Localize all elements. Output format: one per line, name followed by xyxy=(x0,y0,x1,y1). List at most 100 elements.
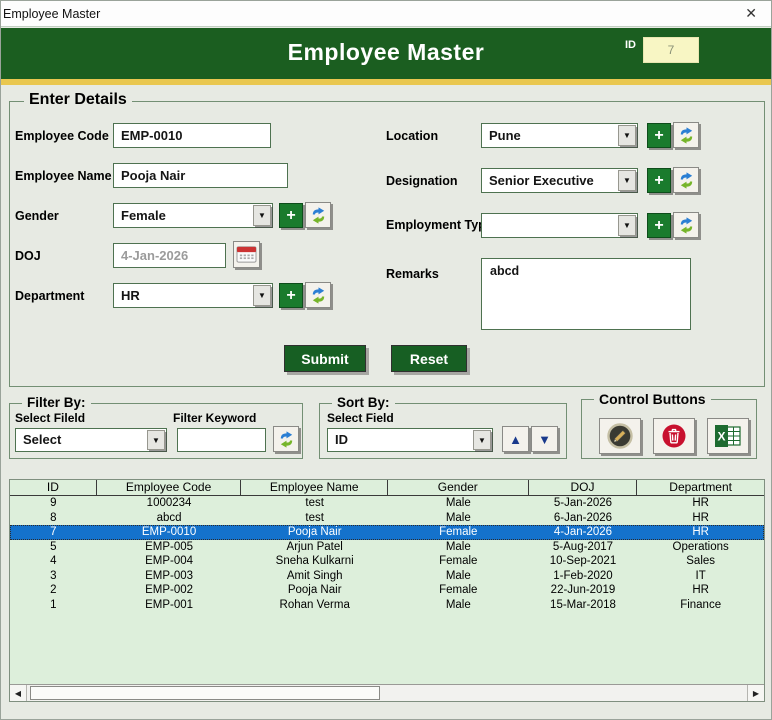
chevron-down-icon[interactable]: ▼ xyxy=(473,430,491,450)
sync-icon xyxy=(312,286,324,304)
horizontal-scrollbar[interactable]: ◀ ▶ xyxy=(10,684,764,701)
table-row[interactable]: 2 EMP-002 Pooja Nair Female 22-Jun-2019 HR xyxy=(10,583,764,598)
gender-combobox[interactable]: Female ▼ xyxy=(113,203,273,228)
refresh-location-button[interactable] xyxy=(673,122,699,148)
reset-button[interactable]: Reset xyxy=(391,345,467,372)
chevron-down-icon[interactable]: ▼ xyxy=(253,205,271,226)
dropdown-glyph: ▼ xyxy=(258,291,266,300)
department-combobox[interactable]: HR ▼ xyxy=(113,283,273,308)
table-row[interactable]: 8 abcd test Male 6-Jan-2026 HR xyxy=(10,511,764,526)
doj-label: DOJ xyxy=(15,249,41,263)
table-cell: Sneha Kulkarni xyxy=(275,555,354,567)
table-cell: EMP-0010 xyxy=(141,526,197,538)
employment-type-combobox[interactable]: ▼ xyxy=(481,213,638,238)
sync-icon xyxy=(680,216,692,234)
calendar-button[interactable] xyxy=(233,241,260,268)
location-combobox[interactable]: Pune ▼ xyxy=(481,123,638,148)
remarks-textarea[interactable]: abcd xyxy=(481,258,691,330)
table-row[interactable]: 1 EMP-001 Rohan Verma Male 15-Mar-2018 Financ… xyxy=(10,598,764,613)
sort-ascending-button[interactable]: ▲ xyxy=(502,426,529,452)
column-header[interactable]: Gender xyxy=(388,480,529,495)
table-cell: 4 xyxy=(50,555,57,567)
scrollbar-thumb[interactable] xyxy=(30,686,380,700)
column-header[interactable]: DOJ xyxy=(529,480,638,495)
refresh-department-button[interactable] xyxy=(305,282,331,308)
table-cell: EMP-004 xyxy=(145,555,194,567)
table-cell: Arjun Patel xyxy=(286,540,343,553)
table-cell: Operations xyxy=(672,540,729,553)
employee-code-input[interactable] xyxy=(113,123,271,148)
table-cell: Female xyxy=(439,526,478,538)
column-header[interactable]: Employee Code xyxy=(97,480,242,495)
dropdown-glyph: ▼ xyxy=(258,211,266,220)
refresh-employment-type-button[interactable] xyxy=(673,212,699,238)
calendar-icon xyxy=(236,246,257,263)
table-cell: 4-Jan-2026 xyxy=(553,526,613,538)
table-header-row: ID Employee Code Employee Name Gender DOJ Dep… xyxy=(10,480,764,496)
table-row[interactable]: 4 EMP-004 Sneha Kulkarni Female 10-Sep-2021 S… xyxy=(10,554,764,569)
employment-type-label: Employment Type xyxy=(386,218,493,232)
table-cell: 9 xyxy=(50,497,57,509)
dropdown-glyph: ▼ xyxy=(152,435,160,445)
chevron-down-icon[interactable]: ▼ xyxy=(618,125,636,146)
delete-button[interactable] xyxy=(653,418,695,454)
doj-input[interactable] xyxy=(113,243,226,268)
refresh-gender-button[interactable] xyxy=(305,202,331,228)
chevron-down-icon[interactable]: ▼ xyxy=(253,285,271,306)
table-row[interactable]: 5 EMP-005 Arjun Patel Male 5-Aug-2017 Operati… xyxy=(10,540,764,555)
filter-keyword-input[interactable] xyxy=(177,428,266,452)
submit-button[interactable]: Submit xyxy=(284,345,366,372)
excel-icon: X xyxy=(715,425,741,447)
column-header[interactable]: Department xyxy=(637,480,764,495)
table-cell: Male xyxy=(445,540,471,553)
add-gender-button[interactable]: + xyxy=(279,203,303,228)
add-employment-type-button[interactable]: + xyxy=(647,213,671,238)
accent-strip xyxy=(1,79,771,85)
scroll-left-icon[interactable]: ◀ xyxy=(10,685,27,701)
table-cell: Male xyxy=(445,569,471,582)
designation-combobox[interactable]: Senior Executive ▼ xyxy=(481,168,638,193)
column-header[interactable]: Employee Name xyxy=(241,480,388,495)
employee-name-input[interactable] xyxy=(113,163,288,188)
chevron-down-icon[interactable]: ▼ xyxy=(147,430,165,450)
filter-field-combobox[interactable]: Select ▼ xyxy=(15,428,167,452)
id-field[interactable]: 7 xyxy=(643,37,699,63)
table-cell: 1 xyxy=(50,598,57,611)
department-label: Department xyxy=(15,289,85,303)
table-cell: Pooja Nair xyxy=(287,584,342,596)
chevron-down-icon[interactable]: ▼ xyxy=(618,170,636,191)
table-cell: 2 xyxy=(50,584,57,596)
table-cell: HR xyxy=(692,511,709,524)
close-icon[interactable]: ✕ xyxy=(745,5,757,22)
location-label: Location xyxy=(386,129,439,143)
add-location-button[interactable]: + xyxy=(647,123,671,148)
refresh-designation-button[interactable] xyxy=(673,167,699,193)
employee-table: ID Employee Code Employee Name Gender DOJ Dep… xyxy=(9,479,765,702)
export-excel-button[interactable]: X xyxy=(707,418,749,454)
sort-descending-button[interactable]: ▼ xyxy=(531,426,558,452)
apply-filter-button[interactable] xyxy=(273,426,299,452)
gender-value: Female xyxy=(121,208,166,223)
table-row[interactable]: 3 EMP-003 Amit Singh Male 1-Feb-2020 IT xyxy=(10,569,764,584)
employee-name-label: Employee Name xyxy=(15,169,112,183)
column-header[interactable]: ID xyxy=(10,480,97,495)
table-cell: Female xyxy=(439,555,478,567)
table-cell: Male xyxy=(445,511,471,524)
table-cell: HR xyxy=(692,526,709,538)
table-cell: 5 xyxy=(50,540,57,553)
sort-field-value: ID xyxy=(335,432,348,447)
table-cell: EMP-001 xyxy=(145,598,194,611)
sort-field-combobox[interactable]: ID ▼ xyxy=(327,428,493,452)
edit-button[interactable] xyxy=(599,418,641,454)
table-row[interactable]: 9 1000234 test Male 5-Jan-2026 HR xyxy=(10,496,764,511)
employee-master-window: Employee Master ✕ Employee Master ID 7 E… xyxy=(0,0,772,720)
table-cell: 7 xyxy=(50,526,57,538)
edit-pencil-icon xyxy=(607,423,633,449)
add-department-button[interactable]: + xyxy=(279,283,303,308)
add-designation-button[interactable]: + xyxy=(647,168,671,193)
table-cell: Male xyxy=(445,497,471,509)
table-cell: Female xyxy=(439,584,478,596)
table-row[interactable]: 7 EMP-0010 Pooja Nair Female 4-Jan-2026 HR xyxy=(10,525,764,540)
chevron-down-icon[interactable]: ▼ xyxy=(618,215,636,236)
scroll-right-icon[interactable]: ▶ xyxy=(747,685,764,701)
